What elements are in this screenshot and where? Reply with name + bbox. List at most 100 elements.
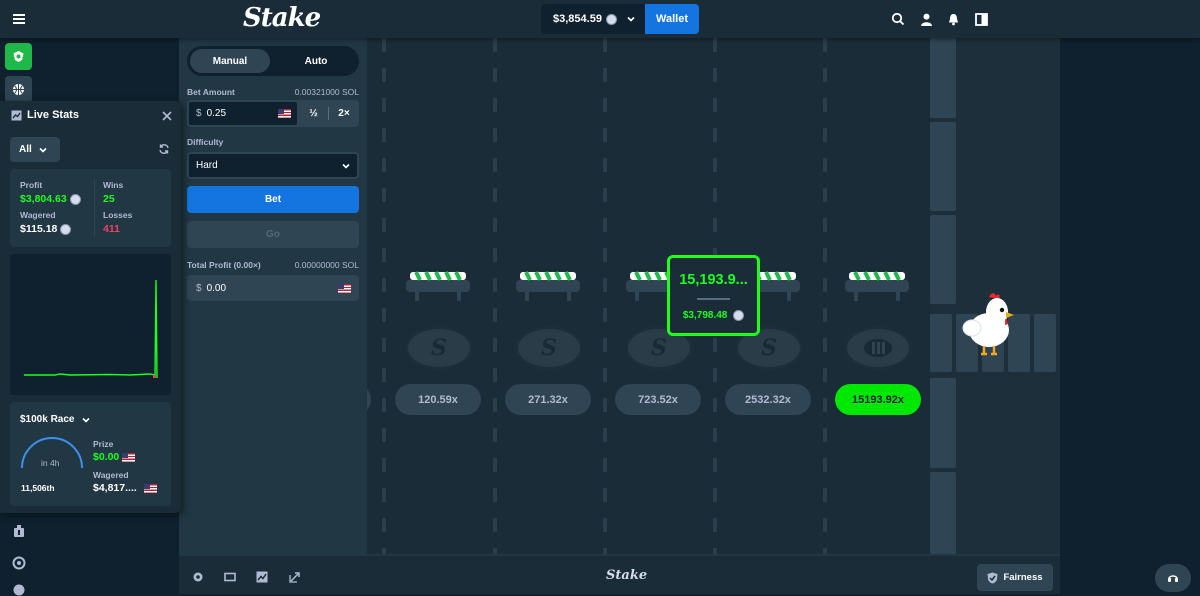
chicken-character (962, 293, 1014, 356)
settings-icon[interactable] (190, 569, 206, 585)
win-amount-row: $3,798.48 (670, 310, 757, 321)
manhole-cover: S (515, 326, 583, 370)
race-prize-label: Prize (93, 439, 114, 449)
usd-flag-icon (122, 452, 136, 462)
lane-line (603, 38, 607, 554)
curb-block (930, 38, 956, 118)
wallet-button[interactable]: Wallet (645, 4, 699, 34)
stake-logo[interactable]: Stake (243, 3, 321, 33)
race-card: $100k Race in 4h 11,506th Prize $0.00 Wa… (10, 402, 171, 506)
game-footer: Stake Fairness (179, 554, 1060, 594)
bet-button[interactable]: Bet (187, 186, 359, 213)
live-stats-icon[interactable] (254, 569, 270, 585)
theatre-mode-icon[interactable] (222, 569, 238, 585)
wagered-value: $115.18 (20, 223, 58, 235)
barrier (845, 271, 909, 301)
tab-manual[interactable]: Manual (190, 49, 270, 73)
race-prize-row: $0.00 (93, 451, 136, 463)
fairness-button[interactable]: Fairness (977, 564, 1053, 591)
wins-value: 25 (103, 193, 115, 205)
bet-amount-crypto: 0.00321000 SOL (294, 87, 359, 97)
profit-value: $3,804.63 (20, 193, 67, 205)
bet-amount-input[interactable]: $ 0.25 (187, 100, 299, 127)
lane-line (382, 38, 386, 554)
chevron-down-icon (39, 147, 47, 153)
bet-control-panel: Manual Auto Bet Amount 0.00321000 SOL $ … (179, 38, 367, 554)
curb-block (930, 378, 956, 468)
win-multiplier: 15,193.9... (679, 272, 748, 288)
barrier (406, 271, 470, 301)
rewards-icon[interactable] (10, 522, 28, 540)
usd-flag-icon (338, 284, 351, 293)
multiplier-chip: 723.52x (615, 384, 701, 415)
race-wagered-value: $4,817.... (93, 482, 137, 494)
user-icon[interactable] (918, 11, 934, 27)
win-popup: 15,193.9... $3,798.48 (667, 255, 760, 336)
live-stats-title: Live Stats (27, 109, 79, 121)
balance-selector[interactable]: $3,854.59 (541, 4, 645, 34)
profit-currency-symbol: $ (196, 282, 202, 294)
tab-auto[interactable]: Auto (276, 49, 356, 73)
wins-label: Wins (103, 180, 124, 190)
support-icon[interactable] (10, 554, 28, 572)
casino-nav-button[interactable] (5, 43, 32, 70)
go-button[interactable]: Go (187, 221, 359, 248)
mode-toggle: Manual Auto (187, 46, 359, 76)
chevron-down-icon (627, 16, 635, 22)
refresh-icon[interactable] (157, 142, 171, 156)
wagered-label: Wagered (20, 210, 56, 220)
difficulty-label: Difficulty (187, 137, 224, 147)
chicken-road-game[interactable]: S S S S 120.59x 271.32x 723.52x 2532.32x… (367, 38, 1060, 554)
live-stats-panel: Live Stats All Profit $3,804.63 Wagered … (0, 101, 181, 513)
coin-icon (60, 223, 72, 235)
profit-chart (24, 279, 158, 379)
profit-label: Profit (20, 180, 43, 190)
chat-panel-icon[interactable] (973, 11, 989, 27)
total-profit-label: Total Profit (0.00×) (187, 260, 261, 270)
bet-amount-value: 0.25 (206, 108, 227, 119)
coin-icon (69, 193, 81, 205)
multiplier-chip-active: 15193.92x (835, 384, 921, 415)
basketball-icon (13, 84, 24, 95)
double-bet-button[interactable]: 2× (329, 100, 359, 127)
difficulty-select[interactable]: Hard (187, 152, 359, 179)
curb-block (930, 122, 956, 211)
balance-value: $3,854.59 (553, 13, 602, 25)
chevron-down-icon (342, 163, 350, 169)
race-title-row[interactable]: $100k Race (20, 414, 91, 425)
grate-icon (864, 339, 892, 357)
difficulty-value: Hard (196, 160, 218, 171)
race-rank: 11,506th (21, 483, 55, 493)
lane-line (823, 38, 827, 554)
popout-icon[interactable] (287, 569, 303, 585)
stats-divider (94, 179, 95, 237)
race-time: in 4h (41, 458, 60, 468)
chevron-down-icon (81, 417, 90, 423)
usd-flag-icon (278, 109, 291, 118)
globe-icon[interactable] (10, 584, 28, 596)
multiplier-chip: 120.59x (395, 384, 481, 415)
half-bet-button[interactable]: ½ (299, 100, 328, 127)
search-icon[interactable] (890, 11, 906, 27)
race-wagered-label: Wagered (93, 470, 129, 480)
total-profit-crypto: 0.00000000 SOL (294, 260, 359, 270)
multiplier-chip: 2532.32x (725, 384, 811, 415)
notifications-icon[interactable] (945, 11, 961, 27)
menu-icon[interactable] (10, 10, 28, 28)
stats-filter-select[interactable]: All (10, 137, 60, 162)
live-support-button[interactable] (1155, 564, 1191, 592)
total-profit-value: 0.00 (206, 282, 227, 294)
close-icon[interactable] (160, 109, 174, 123)
curb-block (930, 472, 956, 554)
barrier (516, 271, 580, 301)
bet-amount-label: Bet Amount (187, 87, 235, 97)
sports-nav-button[interactable] (5, 76, 32, 103)
profit-chart-card (10, 254, 171, 395)
win-amount: $3,798.48 (682, 310, 728, 322)
profit-value-row: $3,804.63 (20, 193, 81, 205)
race-title: $100k Race (20, 414, 75, 425)
race-prize-value: $0.00 (93, 451, 120, 463)
race-wagered-row: $4,817.... (93, 482, 157, 494)
headset-icon (1168, 575, 1178, 582)
popup-divider (697, 298, 730, 300)
